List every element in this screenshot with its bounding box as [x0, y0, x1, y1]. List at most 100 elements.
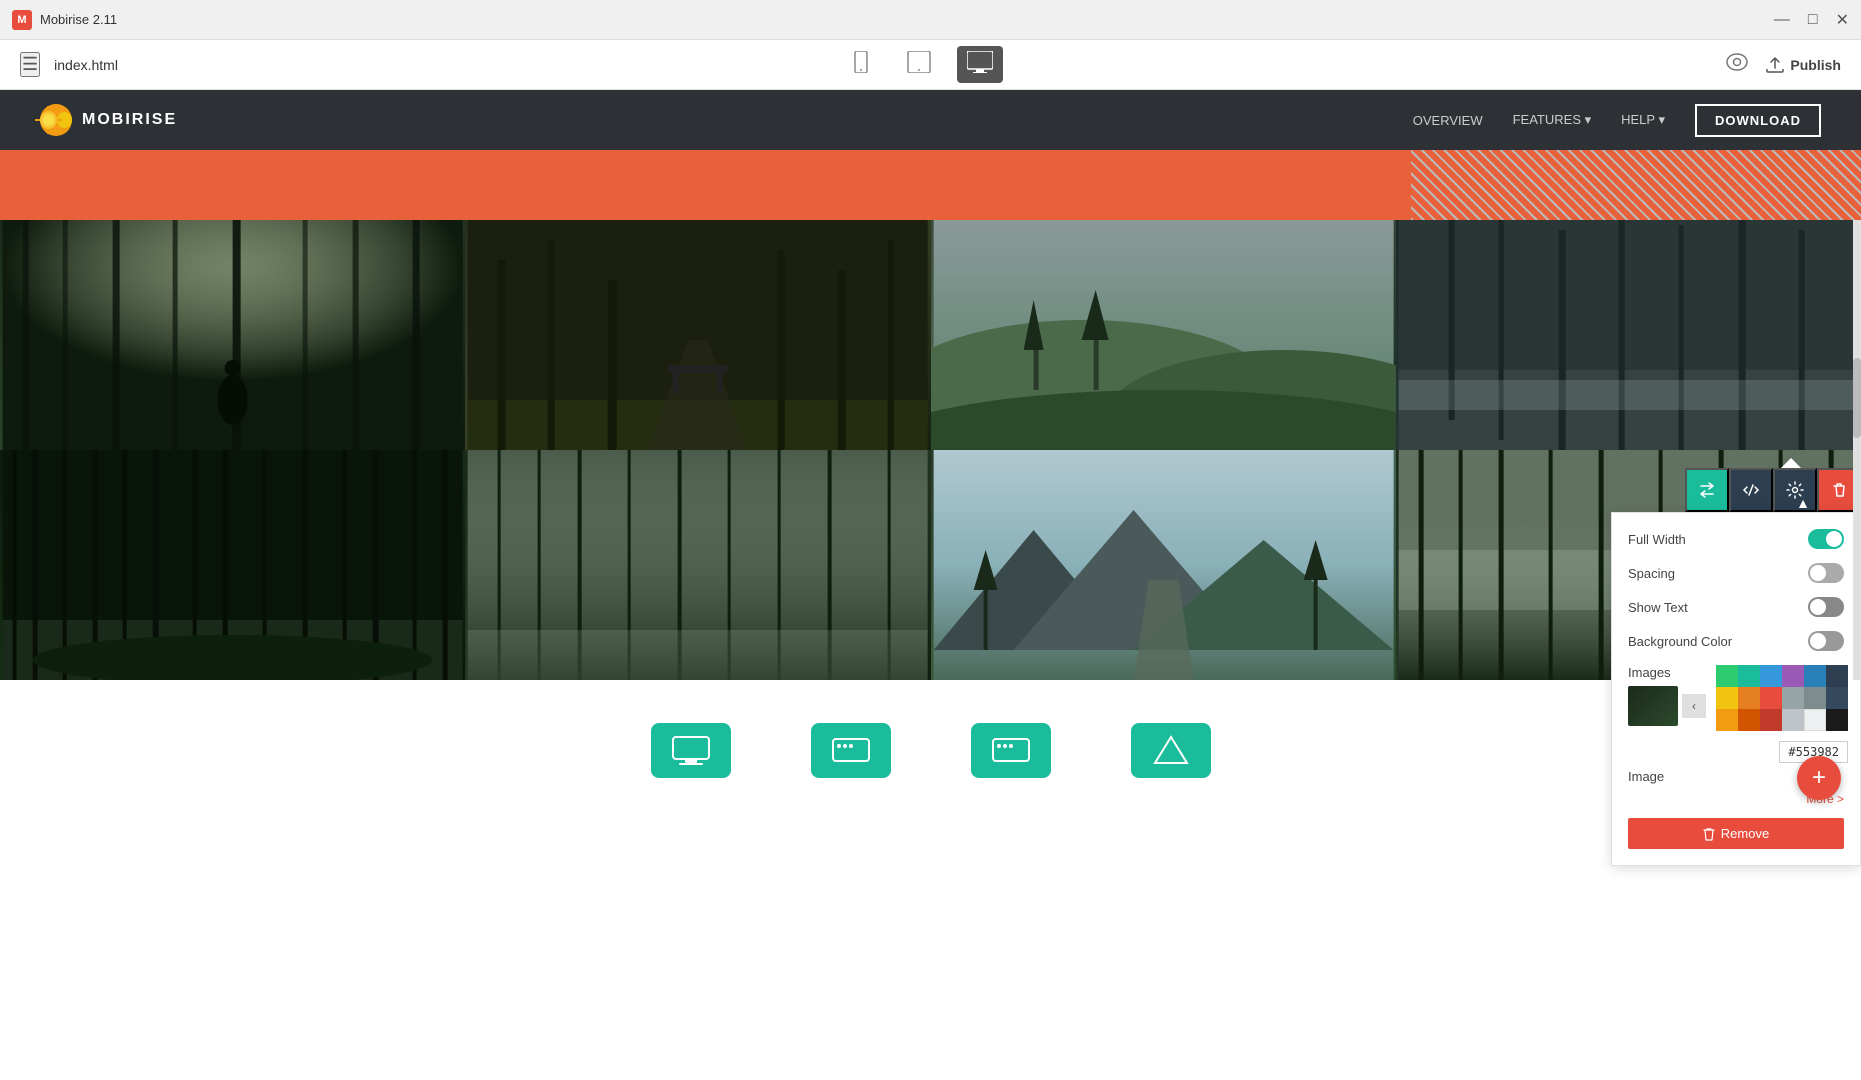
show-text-toggle[interactable] [1808, 597, 1844, 617]
color-swatch-red[interactable] [1760, 687, 1782, 709]
icon-item-4 [1131, 723, 1211, 778]
publish-label: Publish [1790, 57, 1841, 73]
code-button[interactable] [1729, 468, 1773, 512]
spacing-toggle[interactable] [1808, 563, 1844, 583]
bg-color-toggle[interactable] [1808, 631, 1844, 651]
icon-shape-4 [1131, 723, 1211, 778]
brand-logo [40, 104, 72, 136]
color-swatch-orange[interactable] [1738, 687, 1760, 709]
gallery-image-7 [931, 450, 1396, 680]
main-toolbar: ☰ index.html Publish [0, 40, 1861, 90]
scroll-indicator[interactable] [1853, 220, 1861, 680]
color-palette-section: #553982 [1716, 665, 1848, 763]
color-swatch-blue[interactable] [1760, 665, 1782, 687]
gallery-image-6 [465, 450, 930, 680]
color-swatch-darkorange[interactable] [1738, 709, 1760, 731]
palette-row-2 [1716, 687, 1848, 709]
color-swatch-yellow[interactable] [1716, 687, 1738, 709]
titlebar: M Mobirise 2.11 — □ ✕ [0, 0, 1861, 40]
maximize-button[interactable]: □ [1808, 10, 1818, 30]
gallery-image-2 [465, 220, 930, 450]
gallery-cell-7[interactable] [931, 450, 1396, 680]
color-palette [1716, 665, 1848, 731]
remove-label: Remove [1721, 826, 1769, 841]
tablet-view-button[interactable] [897, 45, 941, 84]
icons-section [0, 680, 1861, 820]
bg-color-row: Background Color [1628, 631, 1844, 651]
gallery-section: Full Width Spacing Show Text Background … [0, 220, 1861, 680]
toolbar-right: Publish [1726, 53, 1841, 77]
publish-button[interactable]: Publish [1766, 57, 1841, 73]
settings-overlay: Full Width Spacing Show Text Background … [1611, 458, 1861, 866]
icon-shape-1 [651, 723, 731, 778]
trash-icon [1703, 827, 1715, 841]
color-swatch-black[interactable] [1826, 709, 1848, 731]
images-label: Images [1628, 665, 1706, 680]
menu-button[interactable]: ☰ [20, 52, 40, 77]
color-swatch-navy[interactable] [1826, 665, 1848, 687]
window-controls: — □ ✕ [1774, 10, 1849, 30]
orange-banner [0, 150, 1861, 220]
color-swatch-green[interactable] [1716, 665, 1738, 687]
full-width-toggle[interactable] [1808, 529, 1844, 549]
scroll-thumb[interactable] [1853, 358, 1861, 438]
color-swatch-darkred[interactable] [1760, 709, 1782, 731]
preview-button[interactable] [1726, 53, 1748, 77]
palette-row-3 [1716, 709, 1848, 731]
color-swatch-white[interactable] [1804, 709, 1826, 731]
nav-links: OVERVIEW FEATURES ▾ HELP ▾ DOWNLOAD [1413, 104, 1821, 137]
show-text-row: Show Text [1628, 597, 1844, 617]
color-swatch-gray2[interactable] [1804, 687, 1826, 709]
swap-button[interactable] [1685, 468, 1729, 512]
titlebar-left: M Mobirise 2.11 [12, 10, 117, 30]
settings-panel: Full Width Spacing Show Text Background … [1611, 512, 1861, 866]
minimize-button[interactable]: — [1774, 10, 1790, 30]
color-swatch-purple[interactable] [1782, 665, 1804, 687]
desktop-view-button[interactable] [957, 46, 1003, 83]
gear-button[interactable] [1773, 468, 1817, 512]
toolbar-left: ☰ index.html [20, 52, 118, 77]
image-thumbnail [1628, 686, 1678, 726]
nav-overview[interactable]: OVERVIEW [1413, 113, 1483, 128]
nav-download-button[interactable]: DOWNLOAD [1695, 104, 1821, 137]
icon-item-2 [811, 723, 891, 778]
color-swatch-amber[interactable] [1716, 709, 1738, 731]
preview-navbar: MOBIRISE OVERVIEW FEATURES ▾ HELP ▾ DOWN… [0, 90, 1861, 150]
gallery-image-4 [1396, 220, 1861, 450]
color-swatch-gray1[interactable] [1782, 687, 1804, 709]
palette-row-1 [1716, 665, 1848, 687]
bg-color-label: Background Color [1628, 634, 1732, 649]
color-swatch-lightgray[interactable] [1782, 709, 1804, 731]
color-swatch-darkgray[interactable] [1826, 687, 1848, 709]
gallery-cell-2[interactable] [465, 220, 930, 450]
gallery-image-1 [0, 220, 465, 450]
nav-features[interactable]: FEATURES ▾ [1513, 112, 1592, 128]
spacing-row: Spacing [1628, 563, 1844, 583]
app-title: Mobirise 2.11 [40, 12, 117, 27]
icon-item-3 [971, 723, 1051, 778]
gallery-cell-6[interactable] [465, 450, 930, 680]
mobile-view-button[interactable] [841, 45, 881, 84]
gallery-image-5 [0, 450, 465, 680]
prev-arrow[interactable]: ‹ [1682, 694, 1706, 718]
nav-help[interactable]: HELP ▾ [1621, 112, 1665, 128]
brand-name: MOBIRISE [82, 111, 177, 129]
device-switcher [841, 45, 1003, 84]
file-name: index.html [54, 57, 118, 73]
remove-button[interactable]: Remove [1628, 818, 1844, 849]
gallery-cell-4[interactable] [1396, 220, 1861, 450]
gallery-cell-5[interactable] [0, 450, 465, 680]
color-swatch-teal[interactable] [1738, 665, 1760, 687]
icon-shape-2 [811, 723, 891, 778]
gallery-image-3 [931, 220, 1396, 450]
full-width-row: Full Width [1628, 529, 1844, 549]
add-button[interactable]: + [1797, 756, 1841, 800]
images-color-section: Images ‹ [1628, 665, 1844, 763]
show-text-label: Show Text [1628, 600, 1688, 615]
spacing-label: Spacing [1628, 566, 1675, 581]
color-swatch-darkblue[interactable] [1804, 665, 1826, 687]
panel-tools [1685, 468, 1861, 512]
close-button[interactable]: ✕ [1836, 10, 1849, 30]
gallery-cell-3[interactable] [931, 220, 1396, 450]
gallery-cell-1[interactable] [0, 220, 465, 450]
